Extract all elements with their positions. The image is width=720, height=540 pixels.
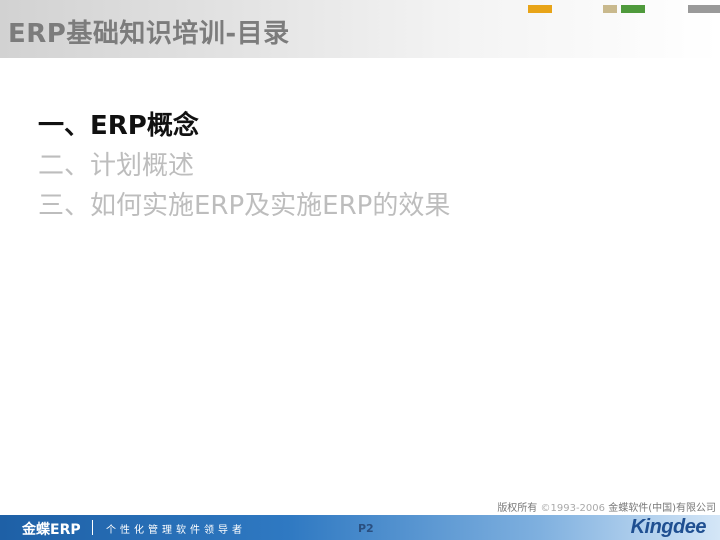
copyright-years: ©1993-2006: [540, 503, 606, 514]
footer-slogan: 个性化管理软件领导者: [106, 525, 246, 536]
footer-brand: 金蝶ERP: [22, 522, 81, 538]
slide-title: ERP基础知识培训-目录: [8, 19, 290, 49]
footer-divider: [92, 520, 93, 535]
decor-bar-grey: [688, 5, 720, 13]
copyright-prefix: 版权所有: [497, 503, 541, 514]
agenda-item-implementation[interactable]: 三、如何实施ERP及实施ERP的效果: [38, 186, 450, 226]
slide-footer: 金蝶ERP 个性化管理软件领导者 P2 Kingdee: [0, 515, 720, 540]
page-number: P2: [358, 522, 374, 535]
agenda-item-plan-overview[interactable]: 二、计划概述: [38, 146, 450, 186]
decor-bar-green: [621, 5, 645, 13]
decor-bar-tan: [603, 5, 617, 13]
copyright-owner: 金蝶软件(中国)有限公司: [605, 503, 716, 514]
decor-bar-orange: [528, 5, 552, 13]
agenda-list: 一、ERP概念 二、计划概述 三、如何实施ERP及实施ERP的效果: [38, 106, 450, 226]
agenda-item-erp-concept[interactable]: 一、ERP概念: [38, 106, 450, 146]
kingdee-logo: Kingdee: [630, 516, 707, 538]
slide-header: ERP基础知识培训-目录: [0, 0, 720, 58]
copyright-notice: 版权所有 ©1993-2006 金蝶软件(中国)有限公司: [497, 499, 716, 514]
